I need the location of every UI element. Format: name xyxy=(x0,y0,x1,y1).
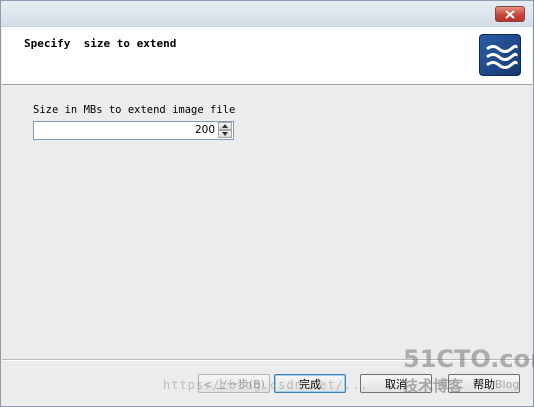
arrow-up-icon xyxy=(222,124,228,128)
title-bar xyxy=(1,1,533,27)
size-label: Size in MBs to extend image file xyxy=(33,104,236,116)
wizard-header: Specify size to extend xyxy=(2,27,532,85)
cancel-button[interactable]: 取消 xyxy=(360,374,432,393)
spin-up-button[interactable] xyxy=(218,122,232,130)
footer-separator xyxy=(2,359,532,361)
back-button[interactable]: < 上一步(B) xyxy=(198,374,270,393)
size-input[interactable]: 200 xyxy=(195,124,215,136)
dialog-window: Specify size to extend Size in MBs to ex… xyxy=(0,0,534,407)
spin-down-button[interactable] xyxy=(218,130,232,138)
arrow-down-icon xyxy=(222,132,228,136)
waves-logo-icon xyxy=(479,34,521,76)
help-button[interactable]: 帮助 xyxy=(448,374,520,393)
finish-button[interactable]: 完成 xyxy=(274,374,346,393)
wizard-content: Size in MBs to extend image file 200 xyxy=(2,85,532,359)
close-icon xyxy=(505,9,515,19)
page-title: Specify size to extend xyxy=(24,37,177,50)
size-spinbox[interactable]: 200 xyxy=(33,121,234,140)
close-button[interactable] xyxy=(495,6,525,22)
